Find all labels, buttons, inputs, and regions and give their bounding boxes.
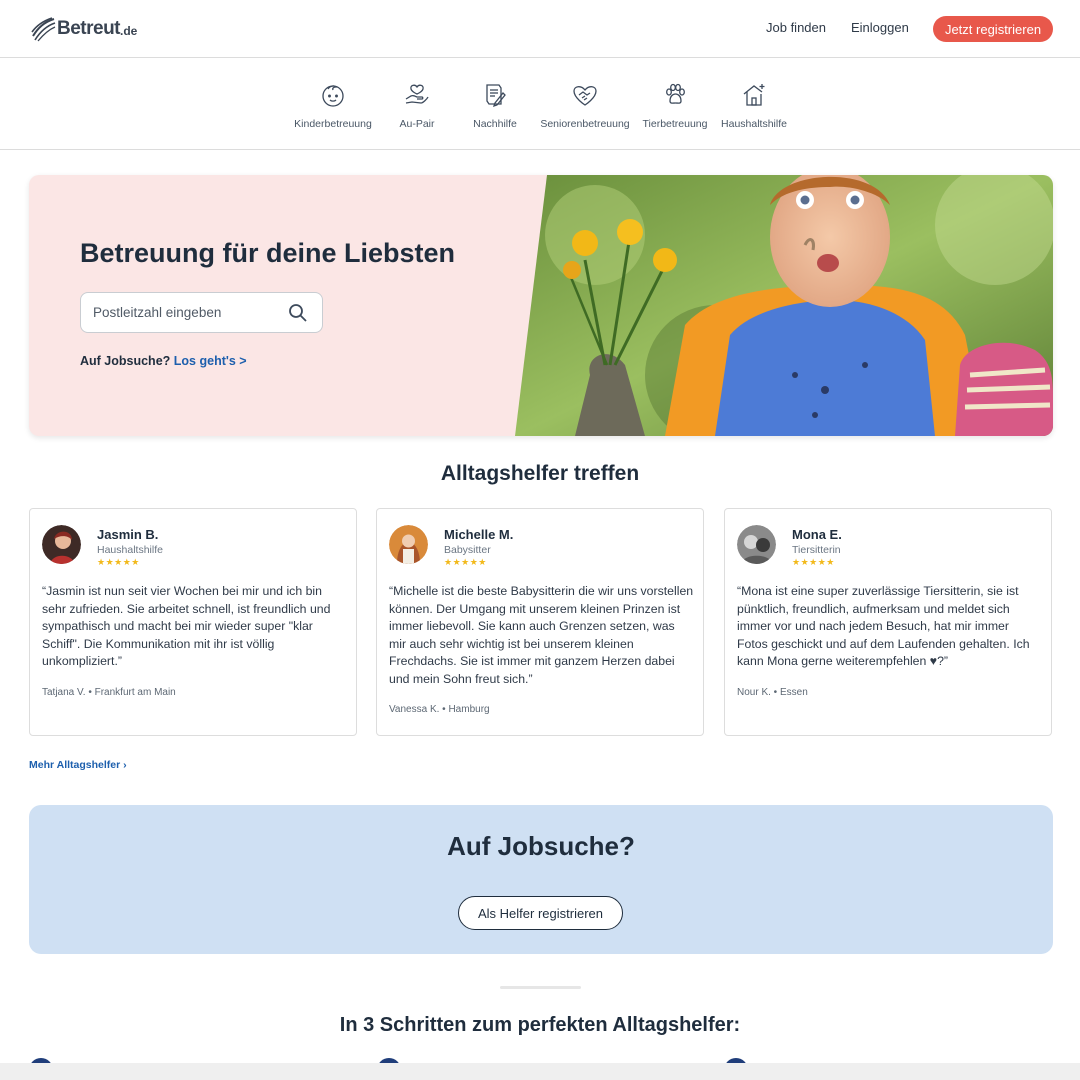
avatar (737, 525, 776, 564)
hero-title: Betreuung für deine Liebsten (80, 238, 456, 268)
bottom-bar (0, 1063, 1080, 1080)
category-label: Au-Pair (399, 118, 435, 130)
helper-card[interactable]: Jasmin B. Haushaltshilfe ★★★★★ “Jasmin i… (29, 508, 357, 736)
category-label: Tierbetreuung (642, 118, 708, 130)
testimonial-quote: “Michelle ist die beste Babysitterin die… (389, 584, 694, 686)
category-nachhilfe[interactable]: Nachhilfe (470, 81, 520, 130)
notebook-pencil-icon (486, 84, 506, 108)
testimonial-quote: “Mona ist eine super zuverlässige Tiersi… (737, 584, 1030, 669)
hero-job-link[interactable]: Los geht's > (174, 354, 247, 368)
avatar (389, 525, 428, 564)
avatar (42, 525, 81, 564)
helper-role: Babysitter (444, 544, 491, 556)
rating-stars: ★★★★★ (444, 557, 487, 567)
rating-stars: ★★★★★ (792, 557, 835, 567)
rating-stars: ★★★★★ (97, 557, 140, 567)
betreut-logo[interactable]: Betreut .de (30, 14, 137, 44)
category-label: Haushaltshilfe (721, 118, 787, 130)
more-helpers-link[interactable]: Mehr Alltagshelfer › (29, 759, 127, 771)
nav-einloggen[interactable]: Einloggen (851, 20, 909, 35)
child-face-icon (322, 85, 344, 107)
helper-role: Haushaltshilfe (97, 544, 163, 556)
testimonial-quote: “Jasmin ist nun seit vier Wochen bei mir… (42, 584, 331, 669)
category-bar: Kinderbetreuung Au-Pair Nachhilfe Senior… (0, 59, 1080, 150)
logo-text: Betreut (57, 18, 121, 39)
postcode-search (80, 292, 323, 333)
testimonial-author: Vanessa K. • Hamburg (389, 704, 490, 715)
job-search-banner: Auf Jobsuche? Als Helfer registrieren (29, 805, 1053, 954)
category-seniorenbetreuung[interactable]: Seniorenbetreuung (537, 81, 633, 130)
helper-role: Tiersitterin (792, 544, 841, 556)
category-kinderbetreuung[interactable]: Kinderbetreuung (291, 81, 375, 130)
register-as-helper-button[interactable]: Als Helfer registrieren (458, 896, 623, 930)
job-banner-title: Auf Jobsuche? (447, 831, 635, 861)
category-haushaltshilfe[interactable]: Haushaltshilfe (719, 81, 789, 130)
helpers-section-title: Alltagshelfer treffen (440, 462, 640, 485)
hero-job-line: Auf Jobsuche? Los geht's > (80, 354, 247, 368)
register-button[interactable]: Jetzt registrieren (933, 16, 1053, 42)
search-icon[interactable] (288, 303, 308, 323)
category-label: Seniorenbetreuung (540, 118, 630, 130)
helper-name: Mona E. (792, 527, 842, 542)
hand-heart-icon (405, 84, 429, 104)
handshake-heart-icon (573, 86, 597, 106)
helper-card[interactable]: Michelle M. Babysitter ★★★★★ “Michelle i… (376, 508, 704, 736)
postcode-input[interactable] (93, 293, 283, 332)
hero-child-photo (515, 175, 1053, 436)
category-au-pair[interactable]: Au-Pair (397, 81, 437, 130)
logo-tld: .de (120, 24, 138, 38)
house-sparkle-icon (743, 84, 765, 106)
section-divider (500, 986, 581, 989)
nav-job-finden[interactable]: Job finden (766, 20, 826, 35)
helper-name: Michelle M. (444, 527, 514, 542)
steps-section-title: In 3 Schritten zum perfekten Alltagshelf… (339, 1014, 741, 1036)
logo-swoosh-icon (31, 17, 56, 42)
category-label: Nachhilfe (473, 118, 517, 130)
hero-job-prompt: Auf Jobsuche? (80, 354, 171, 368)
testimonial-author: Nour K. • Essen (737, 687, 808, 698)
testimonial-author: Tatjana V. • Frankfurt am Main (42, 687, 176, 698)
category-tierbetreuung[interactable]: Tierbetreuung (640, 81, 710, 130)
helper-name: Jasmin B. (97, 527, 159, 542)
category-label: Kinderbetreuung (294, 118, 372, 130)
helper-card[interactable]: Mona E. Tiersitterin ★★★★★ “Mona ist ein… (724, 508, 1052, 736)
paw-icon (666, 83, 685, 104)
site-header: Betreut .de Job finden Einloggen Jetzt r… (0, 0, 1080, 58)
hero-banner: Betreuung für deine Liebsten Auf Jobsuch… (29, 175, 1053, 436)
